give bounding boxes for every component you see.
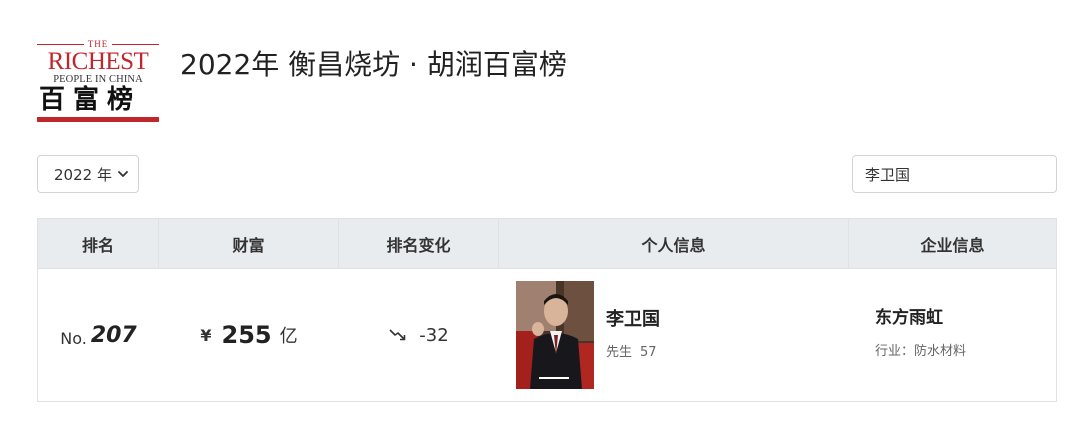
company-cell: 东方雨虹 行业：防水材料 (849, 269, 1056, 401)
header-rank: 排名 (38, 219, 159, 268)
chevron-down-icon (118, 171, 128, 177)
person-title: 先生 (606, 344, 633, 360)
year-select-value: 2022 年 (54, 165, 112, 184)
header-personal-info: 个人信息 (499, 219, 849, 268)
header-company-info: 企业信息 (920, 235, 985, 255)
company-name[interactable]: 东方雨虹 (875, 303, 966, 328)
company-industry: 行业：防水材料 (875, 344, 967, 359)
header-wealth: 财富 (159, 219, 339, 268)
logo-richest: RICHEST (47, 48, 149, 75)
page-title: 2022年 衡昌烧坊 · 胡润百富榜 (180, 48, 567, 81)
person-age: 57 (640, 344, 657, 360)
rank-value: 207 (90, 322, 137, 348)
table-row[interactable]: No. 207 ¥ 255 亿 -32 李卫国 先生 57 东方雨虹 行业：防水… (38, 269, 1056, 401)
person-cell: 李卫国 先生 57 (499, 269, 849, 401)
logo-cn: 百富榜 (39, 85, 142, 115)
page-header: THE RICHEST PEOPLE IN CHINA 百富榜 2022年 衡昌… (37, 38, 567, 122)
wealth-unit: 亿 (279, 326, 298, 347)
rank-cell: No. 207 (38, 269, 159, 401)
rank-prefix: No. (60, 328, 87, 348)
currency-symbol: ¥ (200, 325, 212, 345)
rich-list-table: 排名 财富 排名变化 个人信息 企业信息 No. 207 ¥ 255 亿 -32 (37, 218, 1057, 402)
year-select[interactable]: 2022 年 (37, 155, 139, 193)
person-name[interactable]: 李卫国 (606, 305, 660, 331)
person-photo[interactable] (516, 281, 594, 389)
header-rank-change: 排名变化 (339, 219, 499, 268)
rank-change-value: -32 (419, 324, 449, 346)
table-header: 排名 财富 排名变化 个人信息 企业信息 (38, 219, 1056, 269)
trend-down-icon (389, 329, 406, 341)
wealth-cell: ¥ 255 亿 (159, 269, 339, 401)
wealth-amount: 255 (221, 321, 272, 349)
rank-change-cell: -32 (339, 269, 499, 401)
hurun-logo: THE RICHEST PEOPLE IN CHINA 百富榜 (37, 38, 159, 122)
search-input[interactable] (852, 155, 1057, 193)
